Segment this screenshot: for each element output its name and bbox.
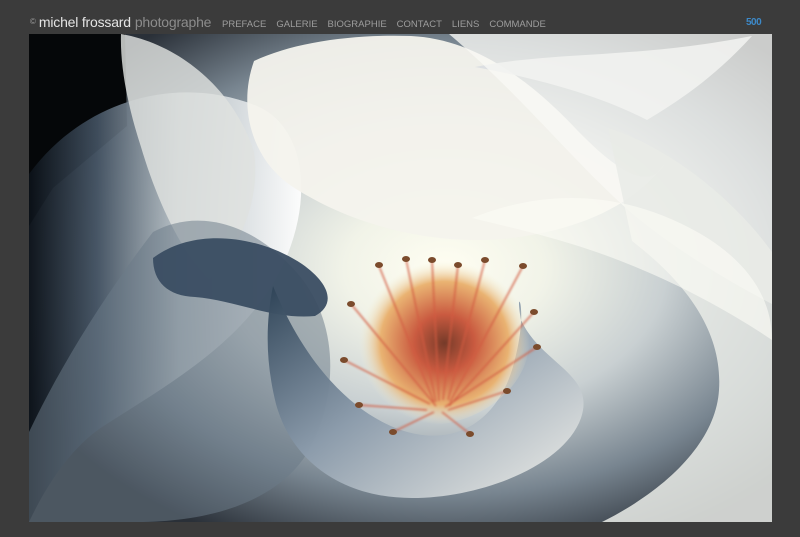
nav-liens[interactable]: LIENS (452, 19, 479, 30)
page: © michel frossard photographe PREFACE GA… (0, 0, 800, 537)
nav-galerie[interactable]: GALERIE (276, 19, 317, 30)
nav-contact[interactable]: CONTACT (397, 19, 442, 30)
500px-icon[interactable]: 500 (746, 17, 762, 28)
featured-photo[interactable] (29, 34, 772, 522)
copyright-symbol: © (30, 17, 36, 26)
photographer-name: michel frossard (38, 14, 131, 30)
site-logo[interactable]: © michel frossard photographe (30, 14, 211, 30)
white-rose-icon (29, 34, 772, 522)
photographer-title: photographe (134, 14, 212, 30)
nav-biographie[interactable]: BIOGRAPHIE (328, 19, 387, 30)
site-header: © michel frossard photographe PREFACE GA… (0, 0, 800, 34)
main-nav: PREFACE GALERIE BIOGRAPHIE CONTACT LIENS… (222, 19, 556, 30)
nav-preface[interactable]: PREFACE (222, 19, 266, 30)
nav-commande[interactable]: COMMANDE (489, 19, 545, 30)
